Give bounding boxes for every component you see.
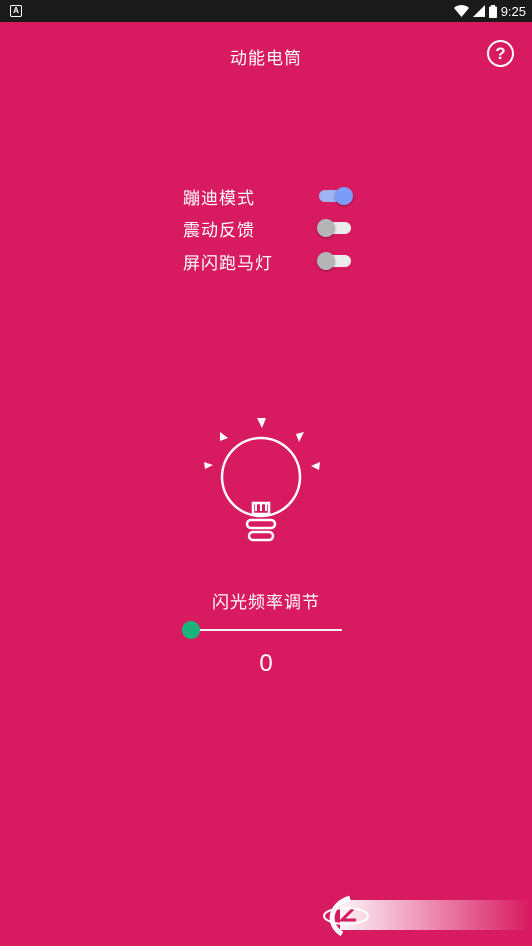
- vibration-feedback-toggle[interactable]: [317, 218, 353, 238]
- screen-marquee-toggle[interactable]: [317, 251, 353, 271]
- slider-rail[interactable]: [190, 629, 342, 631]
- toggle-thumb[interactable]: [317, 219, 335, 237]
- disco-mode-toggle[interactable]: [317, 186, 353, 206]
- watermark-logo: [323, 895, 530, 937]
- slider-thumb[interactable]: [182, 621, 200, 639]
- light-bulb-icon[interactable]: [190, 410, 340, 560]
- setting-row-screen-marquee[interactable]: 屏闪跑马灯: [183, 248, 353, 274]
- a-icon: A: [10, 5, 22, 17]
- frequency-label: 闪光频率调节: [212, 593, 320, 613]
- help-button[interactable]: ?: [487, 40, 514, 67]
- wifi-icon: [453, 5, 469, 17]
- status-time: 9:25: [500, 3, 526, 19]
- page-title: 动能电筒: [230, 49, 302, 69]
- signal-icon: [472, 5, 485, 17]
- frequency-value: 0: [259, 650, 273, 677]
- setting-label-vibration-feedback: 震动反馈: [183, 220, 255, 241]
- question-mark-icon: ?: [495, 43, 506, 63]
- setting-row-disco-mode[interactable]: 蹦迪模式: [183, 183, 353, 209]
- toggle-thumb[interactable]: [317, 252, 335, 270]
- toggle-thumb[interactable]: [335, 187, 353, 205]
- setting-label-screen-marquee: 屏闪跑马灯: [183, 253, 273, 274]
- setting-label-disco-mode: 蹦迪模式: [183, 188, 255, 209]
- setting-row-vibration-feedback[interactable]: 震动反馈: [183, 215, 353, 241]
- frequency-slider[interactable]: [182, 620, 342, 640]
- status-bar: A 9:25: [0, 0, 532, 22]
- battery-icon: [488, 4, 497, 18]
